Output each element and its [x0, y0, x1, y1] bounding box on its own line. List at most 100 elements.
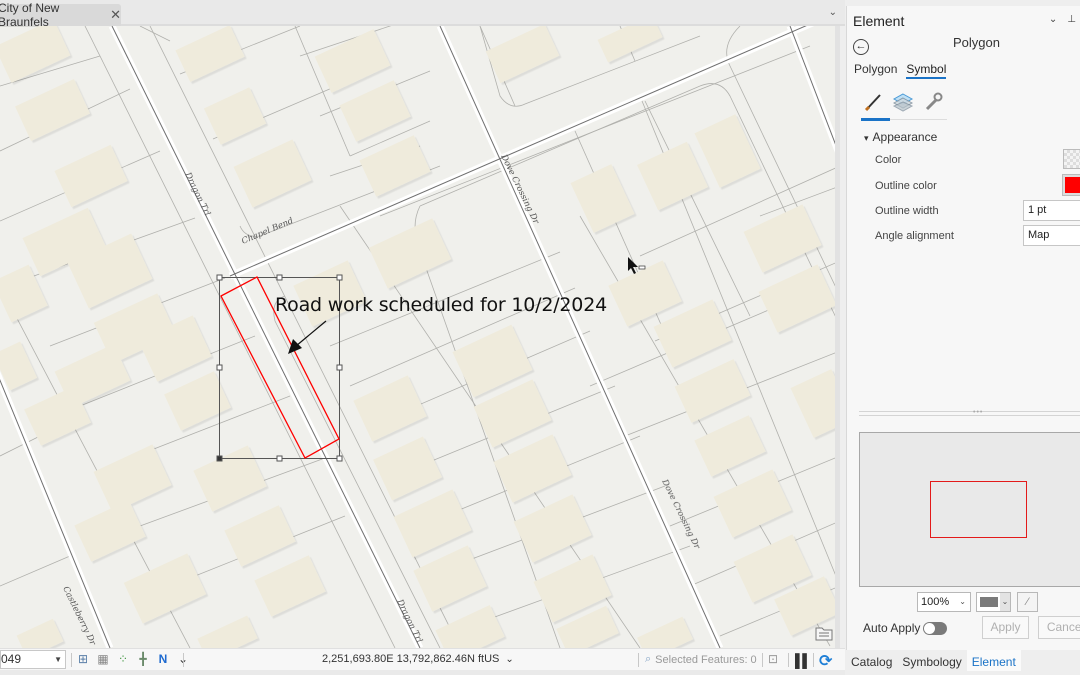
- handle[interactable]: [276, 455, 283, 462]
- building-footprint: [608, 260, 682, 327]
- building-footprint: [353, 375, 427, 442]
- grid-guide-icon[interactable]: ╋: [136, 652, 150, 666]
- map-tab-bar: City of New Braunfels ✕ ⌄: [0, 0, 845, 29]
- pane-options-icon[interactable]: ⌄: [1049, 14, 1057, 25]
- bottom-strip: [0, 670, 845, 675]
- tool-tab-indicator: [861, 118, 890, 121]
- basemap: Dragon Trl Chapel Bend Dove Crossing Dr …: [0, 26, 840, 648]
- building-footprint: [373, 436, 442, 501]
- symbol-preview: [859, 432, 1080, 587]
- annotation-text[interactable]: Road work scheduled for 10/2/2024: [275, 294, 607, 316]
- paintbrush-icon[interactable]: [861, 91, 885, 113]
- outline-width-input[interactable]: 1 pt: [1023, 200, 1080, 221]
- tab-element[interactable]: Element: [966, 650, 1021, 671]
- angle-alignment-select[interactable]: Map: [1023, 225, 1080, 246]
- building-footprint: [758, 264, 837, 333]
- angle-alignment-label: Angle alignment: [875, 230, 954, 242]
- status-bar: 049 ▼ ⊞ ▦ ⁘ ╋ N ⌄ 2,251,693.80E 13,792,8…: [0, 648, 845, 670]
- auto-apply-label: Auto Apply: [863, 621, 921, 635]
- outline-color-label: Outline color: [875, 180, 937, 192]
- handle[interactable]: [336, 364, 343, 371]
- chevron-down-icon: ▾: [864, 133, 869, 143]
- pane-splitter[interactable]: •••: [859, 409, 1080, 416]
- preview-polygon: [930, 481, 1027, 538]
- building-footprint: [203, 87, 267, 145]
- chevron-down-icon[interactable]: ⌄: [829, 7, 837, 18]
- building-footprint: [175, 26, 245, 83]
- building-footprint: [570, 164, 635, 233]
- building-footprint: [15, 79, 90, 141]
- building-footprint: [339, 80, 411, 142]
- coordinate-readout[interactable]: 2,251,693.80E 13,792,862.46N ftUS ⌄: [322, 653, 514, 665]
- building-footprint: [164, 371, 231, 431]
- layers-icon[interactable]: [891, 91, 915, 113]
- color-swatch[interactable]: [1063, 149, 1080, 169]
- clear-selection-icon[interactable]: ⊡: [768, 652, 778, 666]
- tab-catalog[interactable]: Catalog: [846, 650, 897, 671]
- snapping-icon[interactable]: ⁘: [116, 652, 130, 666]
- handle[interactable]: [336, 274, 343, 281]
- chevron-down-icon: ⌄: [959, 597, 966, 606]
- pane-title: Element: [853, 13, 905, 29]
- legend-icon[interactable]: [813, 624, 835, 642]
- divider: [813, 653, 814, 667]
- handle[interactable]: [276, 274, 283, 281]
- auto-apply-toggle[interactable]: Auto Apply: [863, 621, 948, 635]
- handle[interactable]: [216, 274, 223, 281]
- scale-selector[interactable]: 049 ▼: [0, 650, 66, 669]
- chevron-down-icon: ⌄: [1000, 593, 1010, 611]
- map-view[interactable]: Dragon Trl Chapel Bend Dove Crossing Dr …: [0, 26, 840, 648]
- street-label-dove-crossing-dr-2: Dove Crossing Dr: [659, 477, 702, 552]
- anchor-handle[interactable]: [216, 455, 223, 462]
- building-footprint: [694, 415, 766, 477]
- tab-symbology[interactable]: Symbology: [897, 650, 966, 671]
- north-arrow-icon[interactable]: N: [156, 652, 170, 666]
- handle[interactable]: [216, 364, 223, 371]
- close-icon[interactable]: ✕: [110, 7, 121, 23]
- toggle-switch[interactable]: [923, 621, 948, 635]
- pin-icon[interactable]: ⊥: [1067, 14, 1076, 25]
- street-label-dragon-trl-2: Dragon Trl: [394, 597, 424, 645]
- apply-button[interactable]: Apply: [982, 616, 1029, 639]
- preview-background-select[interactable]: ⌄: [976, 592, 1011, 612]
- building-footprint: [435, 604, 505, 648]
- subtab-symbol[interactable]: Symbol: [906, 62, 947, 79]
- building-footprint: [254, 555, 326, 617]
- building-footprint: [653, 299, 732, 368]
- section-title: Appearance: [872, 130, 938, 144]
- table-icon[interactable]: ▦: [96, 652, 110, 666]
- map-scrollbar[interactable]: [835, 26, 840, 648]
- wrench-icon[interactable]: [921, 91, 945, 113]
- preview-zoom-select[interactable]: 100% ⌄: [917, 592, 971, 612]
- color-label: Color: [875, 154, 902, 166]
- building-footprint: [193, 445, 267, 512]
- divider: [762, 653, 763, 667]
- building-footprint: [637, 141, 708, 211]
- element-pane: Element ⌄ ⊥ ← Polygon Polygon Symbol ▾ Ap…: [846, 6, 1080, 650]
- street-label-chapel-bend: Chapel Bend: [240, 216, 295, 247]
- refresh-icon[interactable]: ⟳: [819, 651, 832, 671]
- selected-features[interactable]: ⌕ Selected Features: 0: [645, 653, 757, 666]
- handle[interactable]: [336, 455, 343, 462]
- building-footprint: [674, 359, 751, 423]
- back-arrow-icon[interactable]: ←: [853, 39, 869, 55]
- element-type-title: Polygon: [953, 35, 1000, 50]
- no-background-icon[interactable]: ⁄: [1017, 592, 1038, 612]
- building-footprint: [597, 26, 663, 63]
- preview-zoom-value: 100%: [921, 596, 950, 608]
- building-footprint: [74, 500, 146, 562]
- building-footprint: [368, 218, 452, 289]
- pane-tabs: Catalog Symbology Element: [846, 650, 1080, 675]
- building-footprint: [16, 618, 64, 648]
- subtab-polygon[interactable]: Polygon: [854, 62, 897, 79]
- cancel-button[interactable]: Cancel: [1038, 616, 1080, 639]
- outline-color-swatch[interactable]: [1062, 174, 1080, 196]
- appearance-section-header[interactable]: ▾ Appearance: [864, 130, 937, 144]
- building-footprint: [485, 26, 560, 84]
- building-footprint: [54, 144, 128, 208]
- grid-add-icon[interactable]: ⊞: [76, 652, 90, 666]
- map-tab[interactable]: City of New Braunfels ✕: [0, 1, 121, 29]
- pause-drawing-icon[interactable]: ▌▌: [795, 653, 811, 668]
- building-footprint: [790, 369, 840, 438]
- divider: [638, 653, 639, 667]
